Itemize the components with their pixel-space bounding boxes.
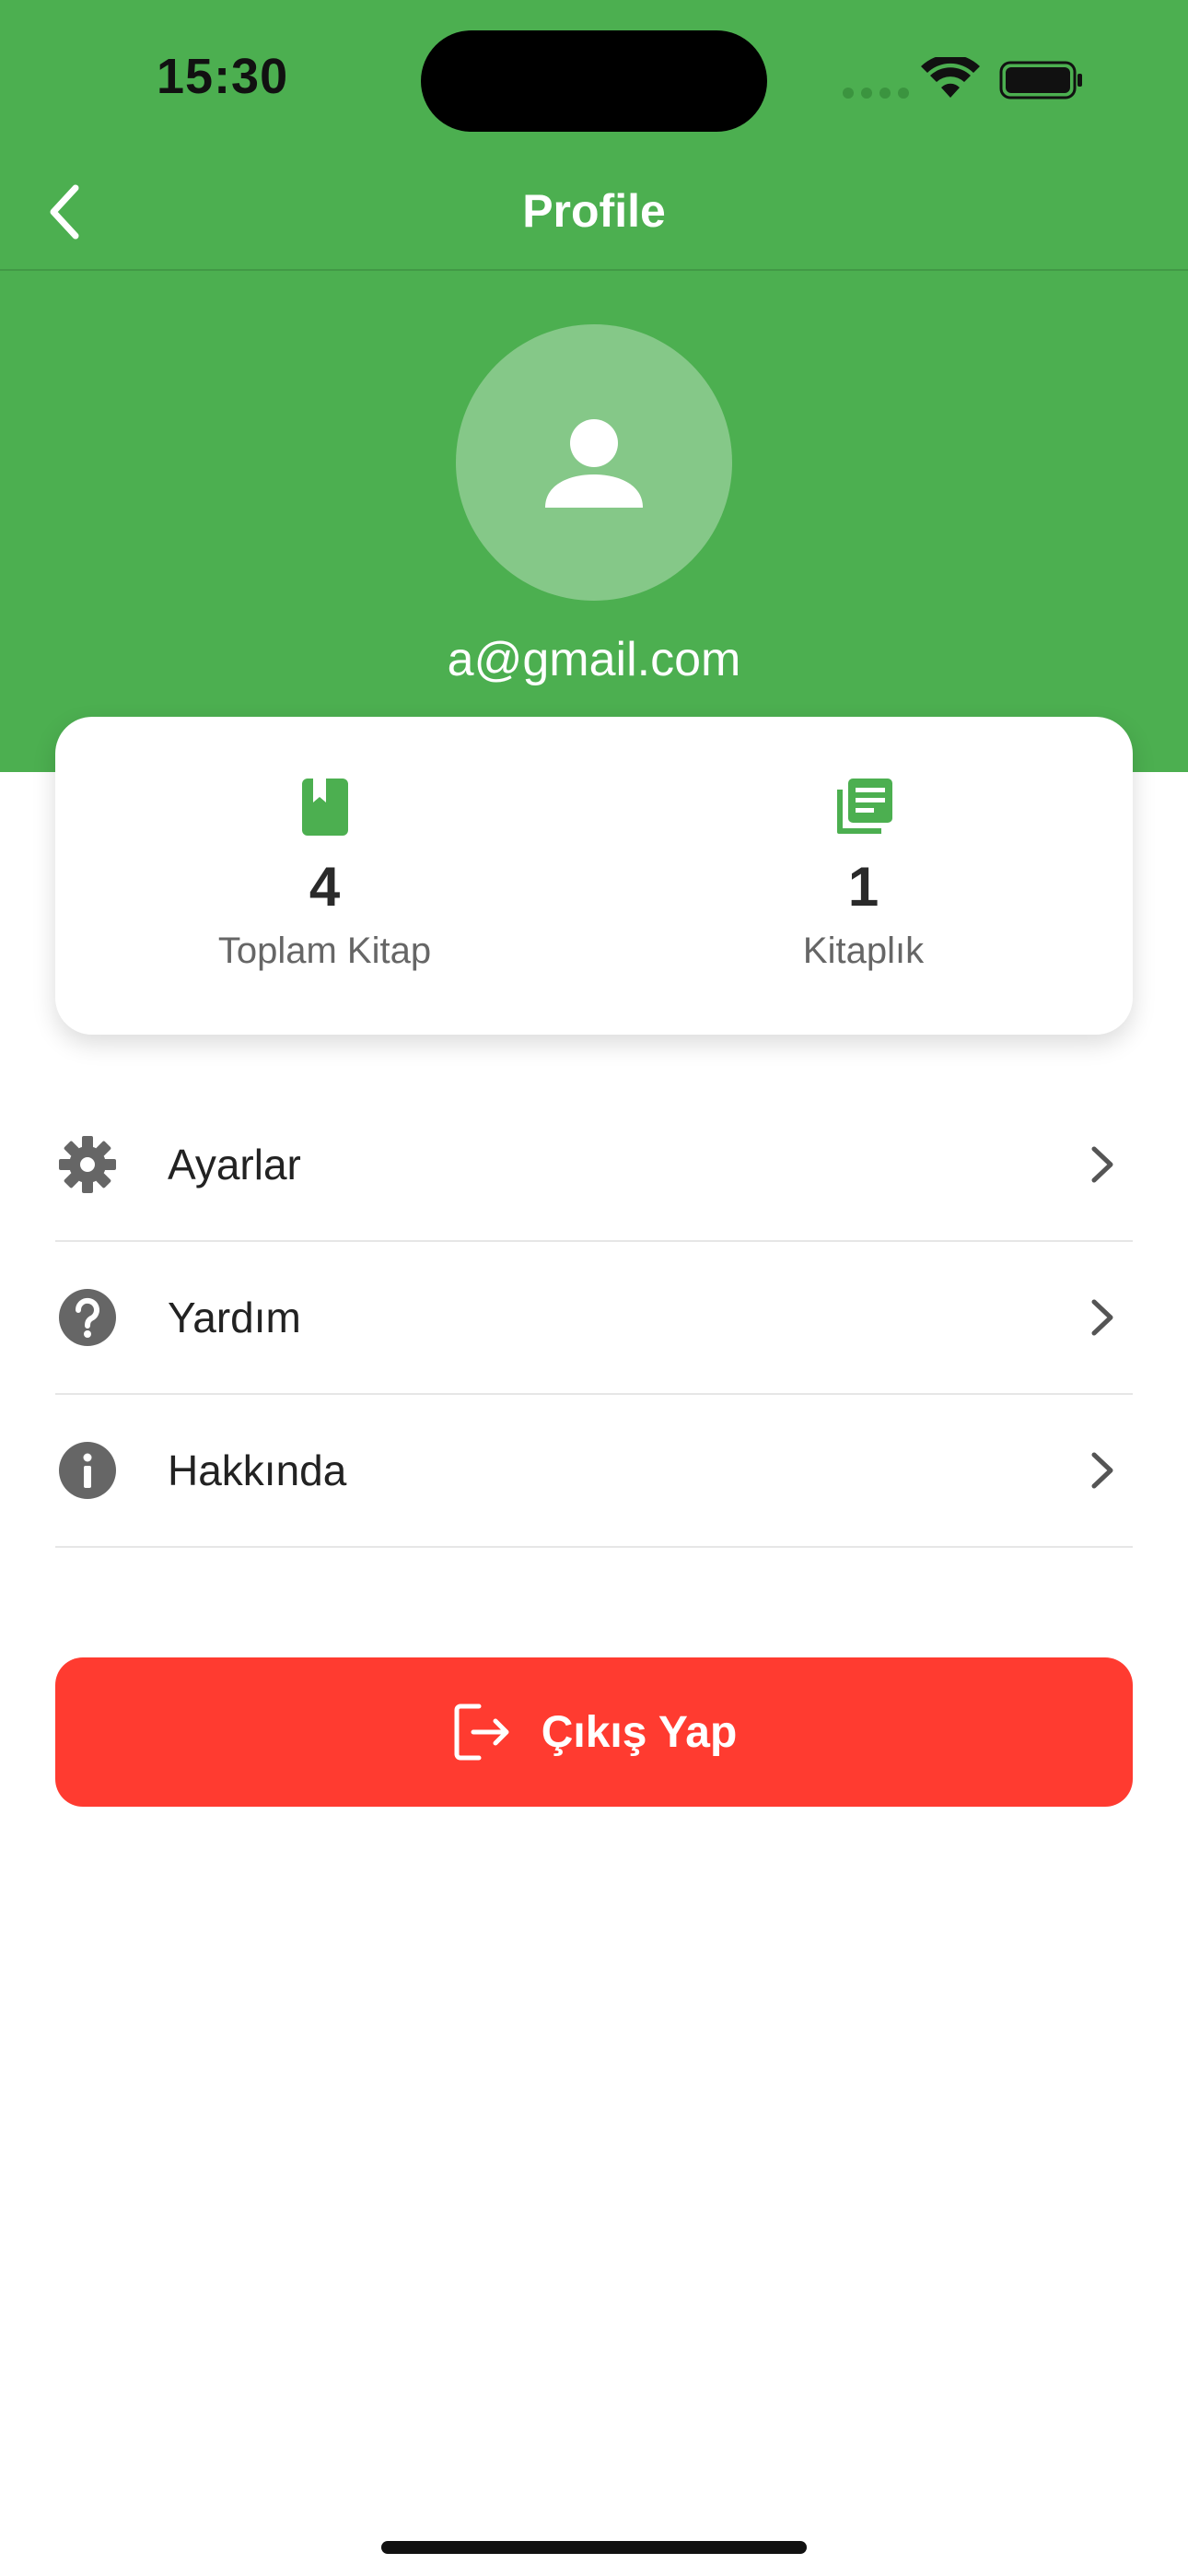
logout-label: Çıkış Yap [541,1707,738,1757]
chevron-right-icon [1091,1452,1113,1489]
stat-value: 1 [847,856,879,918]
logout-icon [454,1704,509,1761]
navigation-bar: Profile [0,157,1188,271]
menu-item-about[interactable]: Hakkında [55,1395,1133,1548]
menu-item-label: Ayarlar [168,1141,301,1188]
gear-icon [59,1136,116,1193]
help-circle-icon [59,1289,116,1346]
dynamic-island [421,30,767,132]
stats-card: 4 Toplam Kitap 1 Kitaplık [55,717,1133,1035]
status-time: 15:30 [157,49,289,104]
logout-button[interactable]: Çıkış Yap [55,1657,1133,1807]
stat-label: Toplam Kitap [217,931,432,971]
chevron-right-icon [1091,1299,1113,1336]
menu-item-label: Yardım [168,1294,301,1341]
battery-icon [999,61,1082,100]
person-icon [545,419,643,508]
library-books-icon [836,779,892,834]
cellular-signal-icon [843,88,909,99]
stat-total-books: 4 Toplam Kitap [55,717,594,1035]
settings-menu: Ayarlar Yardım Hakkında [55,1089,1133,1548]
menu-item-settings[interactable]: Ayarlar [55,1089,1133,1242]
home-indicator [381,2541,807,2554]
avatar [456,324,732,601]
stat-libraries: 1 Kitaplık [594,717,1133,1035]
menu-item-help[interactable]: Yardım [55,1242,1133,1395]
book-icon [301,779,348,836]
status-bar: 15:30 [0,0,1188,157]
user-email: a@gmail.com [447,633,741,686]
info-circle-icon [59,1442,116,1499]
wifi-icon [921,57,980,98]
stat-label: Kitaplık [802,931,925,971]
menu-item-label: Hakkında [168,1446,347,1494]
stat-value: 4 [309,856,341,918]
chevron-right-icon [1091,1146,1113,1183]
page-title: Profile [522,185,666,237]
